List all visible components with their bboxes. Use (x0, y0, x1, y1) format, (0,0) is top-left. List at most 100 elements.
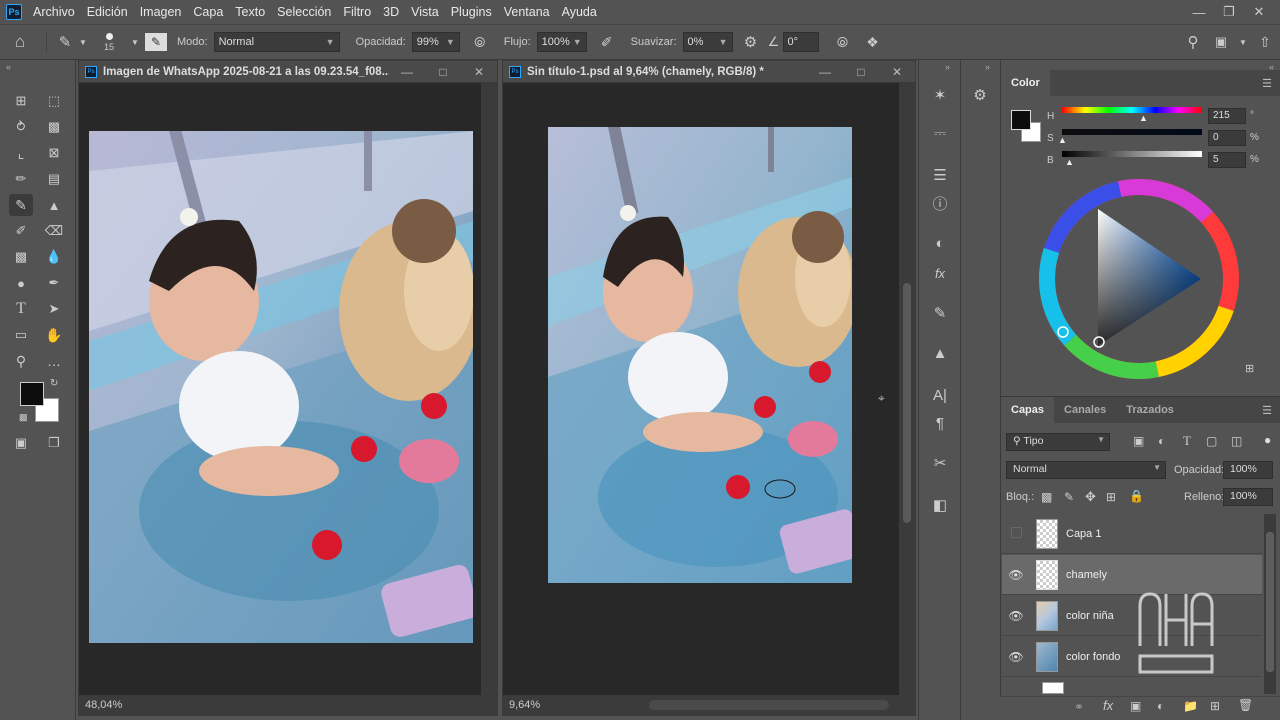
hue-value-field[interactable]: 215 (1208, 108, 1246, 124)
saturation-slider-thumb[interactable]: ▲ (1058, 135, 1067, 145)
hand-tool-icon[interactable]: ✋ (42, 324, 66, 346)
filter-toggle-icon[interactable]: ● (1264, 433, 1271, 447)
eye-icon[interactable]: 👁 (1002, 609, 1030, 623)
swap-colors-icon[interactable]: ↻ (50, 378, 58, 389)
minimize-icon[interactable]: — (807, 65, 843, 79)
restore-icon[interactable]: ❐ (1214, 4, 1244, 20)
horizontal-scrollbar[interactable] (649, 700, 889, 710)
path-select-tool-icon[interactable]: ➤ (42, 298, 66, 320)
document-tab-1[interactable]: Ps Imagen de WhatsApp 2025-08-21 a las 0… (79, 61, 497, 83)
filter-adjustment-icon[interactable]: ◐ (1158, 434, 1165, 448)
folder-icon[interactable]: 📁 (1183, 699, 1198, 713)
scroll-thumb[interactable] (1266, 532, 1274, 672)
saturation-value-field[interactable]: 0 (1208, 130, 1246, 146)
more-tools-icon[interactable]: … (42, 350, 66, 372)
panel-menu-icon[interactable]: ☰ (1262, 77, 1272, 90)
info-icon[interactable]: ⓘ (929, 192, 951, 214)
tab-canales[interactable]: Canales (1054, 397, 1116, 423)
properties-icon[interactable]: ⚙ (969, 84, 991, 106)
healing-brush-tool-icon[interactable]: ▤ (42, 168, 66, 190)
mode-select[interactable]: Normal ▼ (213, 32, 340, 52)
tab-color[interactable]: Color (1001, 70, 1050, 96)
brightness-value-field[interactable]: 5 (1208, 152, 1246, 168)
trash-icon[interactable]: 🗑 (1238, 698, 1253, 712)
marquee-tool-icon[interactable]: ⬚ (42, 90, 66, 112)
default-colors-icon[interactable]: ▩ (19, 412, 28, 423)
butterfly-symmetry-icon[interactable]: ❖ (861, 34, 885, 51)
chevron-down-icon[interactable]: ▼ (129, 38, 141, 47)
document-tab-2[interactable]: Ps Sin título-1.psd al 9,64% (chamely, R… (503, 61, 915, 83)
layer-row[interactable]: 👁 color fondo (1002, 637, 1262, 677)
layer-comps-icon[interactable]: ◧ (929, 494, 951, 516)
vertical-scrollbar[interactable] (481, 83, 497, 695)
gradient-tool-icon[interactable]: ▩ (9, 246, 33, 268)
menu-capa[interactable]: Capa (193, 5, 223, 19)
menu-imagen[interactable]: Imagen (140, 5, 182, 19)
airbrush-icon[interactable]: ✐ (593, 34, 621, 51)
menu-ayuda[interactable]: Ayuda (562, 5, 597, 19)
workspace-icon[interactable]: ▣ (1206, 34, 1236, 50)
chevron-down-icon[interactable]: ▼ (1236, 38, 1250, 47)
restore-icon[interactable]: □ (425, 65, 461, 79)
eye-icon[interactable]: 👁 (1002, 650, 1030, 664)
object-select-tool-icon[interactable]: ▩ (42, 116, 66, 138)
artboard-tool-icon[interactable]: ⊞ (9, 90, 33, 112)
brush-settings-icon[interactable]: ✎ (145, 33, 167, 51)
crop-tool-icon[interactable]: ⌞ (9, 142, 33, 164)
angle-field[interactable]: 0° (782, 32, 819, 52)
brushes-icon[interactable]: ✎ (929, 302, 951, 324)
opacity-field[interactable]: 99% ▼ (411, 32, 460, 52)
minimize-icon[interactable]: — (389, 65, 425, 79)
smoothing-field[interactable]: 0% ▼ (682, 32, 733, 52)
menu-texto[interactable]: Texto (235, 5, 265, 19)
blend-mode-select[interactable]: Normal ▼ (1006, 461, 1166, 479)
filter-type-icon[interactable]: T (1183, 433, 1191, 449)
layer-row[interactable]: 👁 color niña (1002, 596, 1262, 636)
menu-vista[interactable]: Vista (411, 5, 439, 19)
scroll-thumb[interactable] (903, 283, 911, 523)
lock-transparency-icon[interactable]: ▩ (1041, 490, 1052, 504)
expand-arrows-icon[interactable]: » (945, 62, 950, 72)
share-icon[interactable]: ⇧ (1250, 34, 1280, 51)
menu-3d[interactable]: 3D (383, 5, 399, 19)
add-swatch-icon[interactable]: ⊞ (1245, 362, 1254, 375)
foreground-color-swatch[interactable] (1011, 110, 1031, 130)
adjustments-icon[interactable]: ☰ (929, 164, 951, 186)
styles-icon[interactable]: ◐ (929, 232, 951, 254)
fx-icon[interactable]: fx (929, 262, 951, 284)
vertical-scrollbar[interactable] (899, 83, 915, 695)
foreground-color-swatch[interactable] (20, 382, 44, 406)
tools-icon[interactable]: ✂ (929, 452, 951, 474)
fx-icon[interactable]: fx (1103, 698, 1113, 713)
pressure-opacity-icon[interactable]: ⦾ (466, 34, 494, 51)
home-icon[interactable]: ⌂ (0, 27, 40, 57)
history-brush-tool-icon[interactable]: ✐ (9, 220, 33, 242)
rectangle-tool-icon[interactable]: ▭ (9, 324, 33, 346)
color-wheel[interactable] (1036, 176, 1242, 382)
eye-icon[interactable]: 👁 (1002, 568, 1030, 582)
tab-trazados[interactable]: Trazados (1116, 397, 1184, 423)
canvas-area-1[interactable] (79, 83, 497, 695)
eyedropper-tool-icon[interactable]: ✏ (9, 168, 33, 190)
add-mask-icon[interactable]: ▣ (1130, 699, 1141, 713)
hue-slider[interactable] (1062, 107, 1202, 113)
layer-filter-select[interactable]: ⚲ Tipo ▼ (1006, 433, 1110, 451)
lock-position-icon[interactable]: ✥ (1085, 489, 1096, 505)
character-icon[interactable]: A| (929, 384, 951, 406)
close-icon[interactable]: ✕ (879, 65, 915, 79)
tab-capas[interactable]: Capas (1001, 397, 1055, 423)
filter-shape-icon[interactable]: ▢ (1206, 434, 1217, 448)
new-layer-icon[interactable]: ⊞ (1210, 699, 1220, 713)
zoom-level-1[interactable]: 48,04% (85, 699, 122, 711)
lasso-tool-icon[interactable]: ⥁ (9, 116, 33, 138)
layer-opacity-field[interactable]: 100% (1223, 461, 1273, 479)
navigator-icon[interactable]: ✶ (929, 84, 951, 106)
link-layers-icon[interactable]: ⚭ (1074, 700, 1084, 714)
menu-seleccion[interactable]: Selección (277, 5, 331, 19)
quick-mask-icon[interactable]: ▣ (9, 432, 33, 454)
menu-ventana[interactable]: Ventana (504, 5, 550, 19)
collapse-arrows-icon[interactable]: « (6, 62, 11, 72)
restore-icon[interactable]: □ (843, 65, 879, 79)
brush-preset-picker[interactable]: 15 (89, 32, 129, 52)
screen-mode-icon[interactable]: ❐ (42, 432, 66, 454)
